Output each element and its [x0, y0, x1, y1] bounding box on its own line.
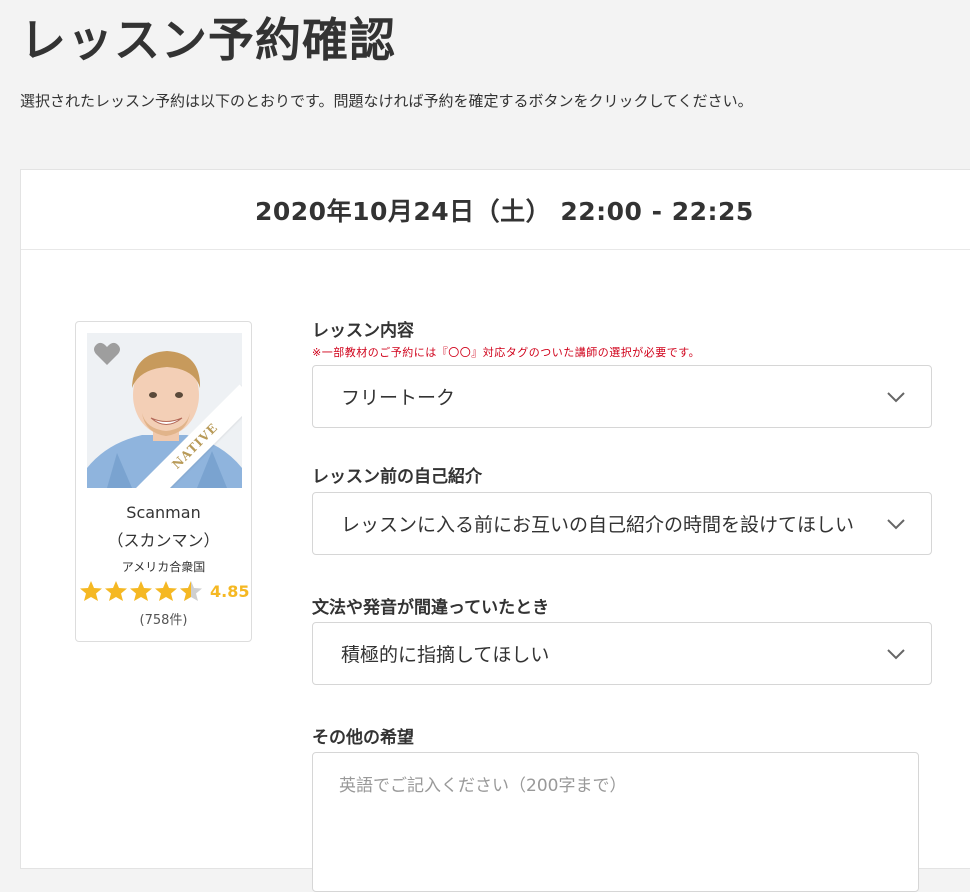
lesson-content-note: ※一部教材のご予約には『〇〇』対応タグのついた講師の選択が必要です。 [312, 346, 701, 359]
correction-label: 文法や発音が間違っていたとき [312, 598, 550, 618]
page-intro: 選択されたレッスン予約は以下のとおりです。問題なければ予約を確定するボタンをクリ… [20, 92, 753, 110]
rating-row: 4.85 [79, 579, 251, 603]
lesson-content-label: レッスン内容 [312, 321, 414, 341]
chevron-down-icon [887, 392, 905, 403]
star-icon [155, 581, 177, 601]
self-intro-value: レッスンに入る前にお互いの自己紹介の時間を設けてほしい [341, 514, 855, 536]
lesson-datetime-header: 2020年10月24日（土） 22:00 - 22:25 [21, 170, 970, 250]
star-icon [105, 581, 127, 601]
rating-score: 4.85 [210, 581, 250, 601]
teacher-card[interactable]: NATIVE Scanman （スカンマン） アメリカ合衆国 4.85 (758… [75, 321, 252, 642]
lesson-content-select[interactable]: フリートーク [312, 365, 932, 428]
teacher-photo[interactable]: NATIVE [87, 333, 242, 488]
correction-value: 積極的に指摘してほしい [341, 644, 550, 666]
chevron-down-icon [887, 519, 905, 530]
teacher-name: Scanman [126, 503, 201, 522]
heart-icon[interactable] [93, 341, 121, 367]
star-icon [80, 581, 102, 601]
teacher-name-kana: （スカンマン） [107, 531, 220, 550]
review-count[interactable]: (758件) [76, 609, 251, 628]
correction-select[interactable]: 積極的に指摘してほしい [312, 622, 932, 685]
lesson-content-value: フリートーク [341, 387, 456, 409]
star-icon [130, 581, 152, 601]
self-intro-label: レッスン前の自己紹介 [312, 467, 482, 487]
lesson-datetime: 2020年10月24日（土） 22:00 - 22:25 [255, 196, 754, 226]
other-request-input[interactable] [312, 752, 919, 892]
chevron-down-icon [887, 649, 905, 660]
self-intro-select[interactable]: レッスンに入る前にお互いの自己紹介の時間を設けてほしい [312, 492, 932, 555]
other-request-label: その他の希望 [312, 728, 414, 748]
teacher-country: アメリカ合衆国 [121, 560, 206, 574]
reservation-card: 2020年10月24日（土） 22:00 - 22:25 NATIVE Scan… [20, 169, 970, 892]
page-title: レッスン予約確認 [20, 13, 396, 67]
star-half-icon [180, 581, 202, 601]
